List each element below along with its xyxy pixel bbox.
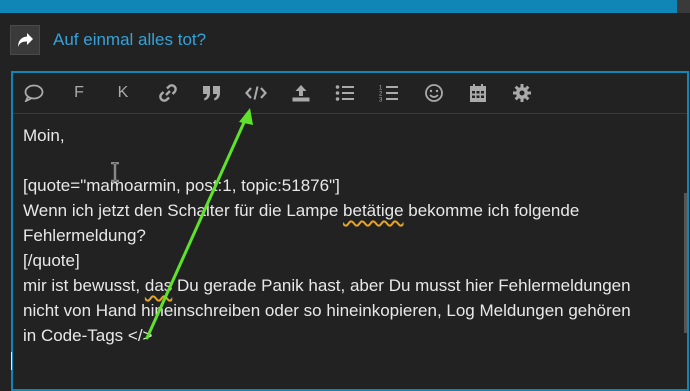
editor-line: Fehlermeldung? bbox=[23, 226, 146, 245]
editor-line: Moin, bbox=[23, 126, 65, 145]
blockquote-icon[interactable] bbox=[200, 82, 224, 104]
text-segment: mir ist bewusst, bbox=[23, 276, 145, 295]
bullet-list-icon[interactable] bbox=[333, 82, 357, 104]
text-caret bbox=[11, 352, 12, 370]
editor-line: nicht von Hand hineinschreiben oder so h… bbox=[23, 301, 631, 320]
spelling-error-word[interactable]: das bbox=[145, 276, 172, 295]
svg-text:3: 3 bbox=[379, 98, 383, 103]
editor-line: [/quote] bbox=[23, 251, 80, 270]
text-segment: Du gerade Panik hast, aber Du musst hier… bbox=[172, 276, 631, 295]
editor-toolbar: F K 123 bbox=[13, 73, 687, 114]
editor-line: mir ist bewusst, das Du gerade Panik has… bbox=[23, 273, 669, 298]
share-arrow-icon[interactable] bbox=[10, 25, 40, 55]
editor-scrollbar[interactable] bbox=[684, 193, 687, 333]
topic-title-link[interactable]: Auf einmal alles tot? bbox=[53, 30, 206, 50]
reply-context: Auf einmal alles tot? bbox=[10, 24, 206, 56]
ibeam-cursor-icon bbox=[111, 162, 119, 182]
emoji-icon[interactable] bbox=[422, 82, 446, 104]
upload-icon[interactable] bbox=[289, 82, 313, 104]
text-segment: bekomme ich folgende bbox=[403, 201, 580, 220]
top-header-bar bbox=[0, 0, 690, 13]
code-icon[interactable] bbox=[244, 82, 268, 104]
italic-button[interactable]: K bbox=[111, 82, 135, 104]
composer-editor: F K 123 Moin, [quote="mamoarmin, post:1,… bbox=[11, 71, 689, 391]
editor-textarea[interactable]: Moin, [quote="mamoarmin, post:1, topic:5… bbox=[23, 123, 669, 348]
editor-line: in Code-Tags </> bbox=[23, 326, 153, 345]
header-corner bbox=[677, 0, 690, 13]
spelling-error-word[interactable]: betätige bbox=[343, 201, 404, 220]
numbered-list-icon[interactable]: 123 bbox=[377, 82, 401, 104]
calendar-icon[interactable] bbox=[466, 82, 490, 104]
bold-button[interactable]: F bbox=[67, 82, 91, 104]
quote-bubble-icon[interactable] bbox=[22, 82, 46, 104]
gear-icon[interactable] bbox=[510, 82, 534, 104]
text-segment: Wenn ich jetzt den Schalter für die Lamp… bbox=[23, 201, 344, 220]
link-icon[interactable] bbox=[156, 82, 180, 104]
editor-line: Wenn ich jetzt den Schalter für die Lamp… bbox=[23, 198, 669, 223]
